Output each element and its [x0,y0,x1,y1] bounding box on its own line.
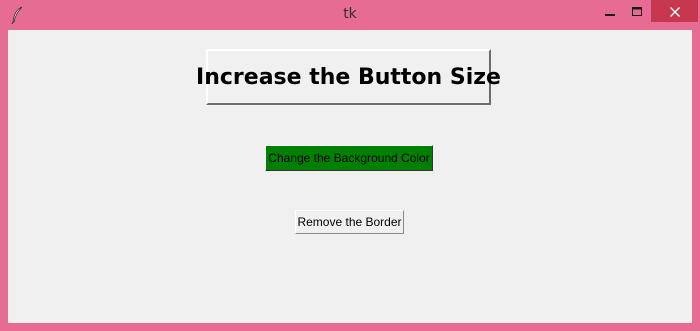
close-icon [669,2,680,21]
maximize-button[interactable] [624,0,650,22]
maximize-icon [632,2,642,21]
window-client-area: Increase the Button Size Change the Back… [8,30,692,323]
minimize-icon [605,2,615,21]
increase-size-button[interactable]: Increase the Button Size [196,49,501,105]
tk-window: tk Increase the Button Size Change the B… [0,0,700,331]
remove-border-button[interactable]: Remove the Border [295,210,404,234]
change-background-button[interactable]: Change the Background Color [265,145,433,171]
minimize-button[interactable] [596,0,624,22]
title-bar[interactable]: tk [0,0,700,30]
close-button[interactable] [651,0,698,22]
window-title: tk [343,6,357,22]
